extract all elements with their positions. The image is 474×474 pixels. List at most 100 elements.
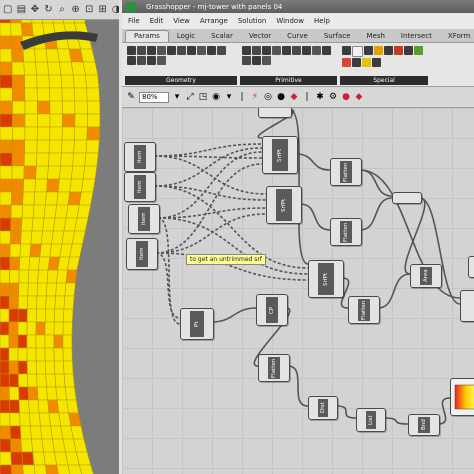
panel-icon[interactable]: [352, 46, 363, 57]
open-icon[interactable]: ▤: [16, 3, 28, 17]
line-param-icon[interactable]: [177, 46, 186, 55]
bnd-component[interactable]: Bnd: [408, 414, 440, 436]
zoom-extents-icon[interactable]: ⊡: [83, 3, 95, 17]
render-icon[interactable]: ◑: [111, 3, 123, 17]
menu-file[interactable]: File: [128, 17, 140, 25]
sphere-icon[interactable]: ●: [341, 92, 351, 102]
path-param-icon[interactable]: [322, 46, 331, 55]
string-param-icon[interactable]: [272, 46, 281, 55]
sketch-icon[interactable]: [362, 58, 371, 67]
geometry-param-icon[interactable]: [147, 56, 156, 65]
zoom-dropdown-icon[interactable]: ▾: [172, 92, 182, 102]
colour-param-icon[interactable]: [282, 46, 291, 55]
zoom-field[interactable]: [139, 91, 169, 103]
recompute-icon[interactable]: ⚙: [328, 92, 338, 102]
interval-param-icon[interactable]: [302, 46, 311, 55]
tab-curve[interactable]: Curve: [279, 31, 316, 42]
slider-icon[interactable]: [342, 46, 351, 55]
top-component[interactable]: [258, 108, 292, 118]
shader-param-icon[interactable]: [262, 56, 271, 65]
item-component-3[interactable]: Item: [128, 204, 160, 234]
curve-param-icon[interactable]: [167, 46, 176, 55]
color-preview-icon[interactable]: ◆: [354, 92, 364, 102]
surface-param-icon[interactable]: [207, 46, 216, 55]
menu-help[interactable]: Help: [314, 17, 330, 25]
param-viewer-icon[interactable]: [414, 46, 423, 55]
geometry-icons[interactable]: [125, 45, 237, 66]
mesh-param-icon[interactable]: [127, 56, 136, 65]
menu-edit[interactable]: Edit: [150, 17, 164, 25]
gradient-component[interactable]: [450, 378, 474, 416]
primitive-panel-label[interactable]: Primitive: [240, 76, 337, 85]
tab-intersect[interactable]: Intersect: [393, 31, 440, 42]
solver-icon[interactable]: ✱: [315, 92, 325, 102]
pan-icon[interactable]: ✥: [29, 3, 41, 17]
srfpt-component-2[interactable]: SrfPt: [266, 186, 302, 224]
number-param-icon[interactable]: [262, 46, 271, 55]
right-edge-component-2[interactable]: [468, 256, 474, 278]
arc-param-icon[interactable]: [157, 46, 166, 55]
geometry-panel-label[interactable]: Geometry: [125, 76, 237, 85]
save-view-icon[interactable]: ◳: [198, 92, 208, 102]
integer-param-icon[interactable]: [252, 46, 261, 55]
value-list-icon[interactable]: [352, 58, 361, 67]
menu-solution[interactable]: Solution: [238, 17, 267, 25]
item-component-4[interactable]: Item: [126, 238, 158, 270]
pt-component[interactable]: Pt: [180, 308, 214, 340]
group-param-icon[interactable]: [137, 56, 146, 65]
bake-icon[interactable]: ⚡: [250, 92, 260, 102]
special-panel-label[interactable]: Special: [340, 76, 428, 85]
image-sampler-icon[interactable]: [372, 58, 381, 67]
brep-param-icon[interactable]: [217, 46, 226, 55]
cp-component[interactable]: CP: [256, 294, 288, 326]
srfpt-component-1[interactable]: SrfPt: [262, 136, 298, 174]
tab-surface[interactable]: Surface: [316, 31, 359, 42]
dist-component[interactable]: Dist: [308, 396, 338, 420]
gradient-icon[interactable]: [404, 46, 413, 55]
matrix-param-icon[interactable]: [312, 46, 321, 55]
srfpt-component-3[interactable]: SrfPt: [308, 260, 344, 298]
flatten-component-2[interactable]: Flatten: [330, 218, 362, 246]
boolean-param-icon[interactable]: [242, 46, 251, 55]
toggle-icon[interactable]: [364, 46, 373, 55]
right-edge-component[interactable]: [460, 290, 474, 322]
tab-logic[interactable]: Logic: [169, 31, 203, 42]
plane-param-icon[interactable]: [187, 46, 196, 55]
rotate-icon[interactable]: ↻: [43, 3, 55, 17]
tab-xform[interactable]: XForm: [440, 31, 474, 42]
rhino-viewport[interactable]: ▢ ▤ ✥ ↻ ⌕ ⊕ ⊡ ⊞ ◑: [0, 0, 122, 474]
tab-vector[interactable]: Vector: [241, 31, 279, 42]
eye-icon[interactable]: ◉: [211, 92, 221, 102]
circle-param-icon[interactable]: [147, 46, 156, 55]
new-icon[interactable]: ▢: [2, 3, 14, 17]
item-component-2[interactable]: Item: [124, 172, 156, 202]
field-param-icon[interactable]: [157, 56, 166, 65]
primitive-icons[interactable]: [240, 45, 337, 66]
flatten-component-3[interactable]: Flatten: [348, 296, 380, 324]
area-component[interactable]: Area: [410, 264, 442, 288]
grasshopper-canvas[interactable]: Item Item Item Item SrfPt SrfPt SrfPt Fl…: [122, 108, 474, 474]
time-param-icon[interactable]: [242, 56, 251, 65]
button-icon[interactable]: [342, 58, 351, 67]
shaded-preview-icon[interactable]: ●: [276, 92, 286, 102]
zoom-selected-icon[interactable]: ⊞: [97, 3, 109, 17]
graph-mapper-icon[interactable]: [384, 46, 393, 55]
scribble-icon[interactable]: [374, 46, 383, 55]
menu-view[interactable]: View: [173, 17, 190, 25]
flatten-component-1[interactable]: Flatten: [330, 158, 362, 186]
item-component-1[interactable]: Item: [124, 142, 156, 172]
box-param-icon[interactable]: [197, 46, 206, 55]
colour-swatch-icon[interactable]: [394, 46, 403, 55]
tab-scalar[interactable]: Scalar: [203, 31, 241, 42]
zoom-icon[interactable]: ⌕: [56, 3, 68, 17]
special-icons[interactable]: [340, 45, 428, 68]
zoom-window-icon[interactable]: ⊕: [70, 3, 82, 17]
file-path-param-icon[interactable]: [252, 56, 261, 65]
menu-arrange[interactable]: Arrange: [200, 17, 228, 25]
selected-preview-icon[interactable]: ◆: [289, 92, 299, 102]
brush-icon[interactable]: ✎: [126, 92, 136, 102]
domain-param-icon[interactable]: [292, 46, 301, 55]
flatten-component-4[interactable]: Flatten: [258, 354, 290, 382]
point-param-icon[interactable]: [127, 46, 136, 55]
menu-window[interactable]: Window: [276, 17, 304, 25]
